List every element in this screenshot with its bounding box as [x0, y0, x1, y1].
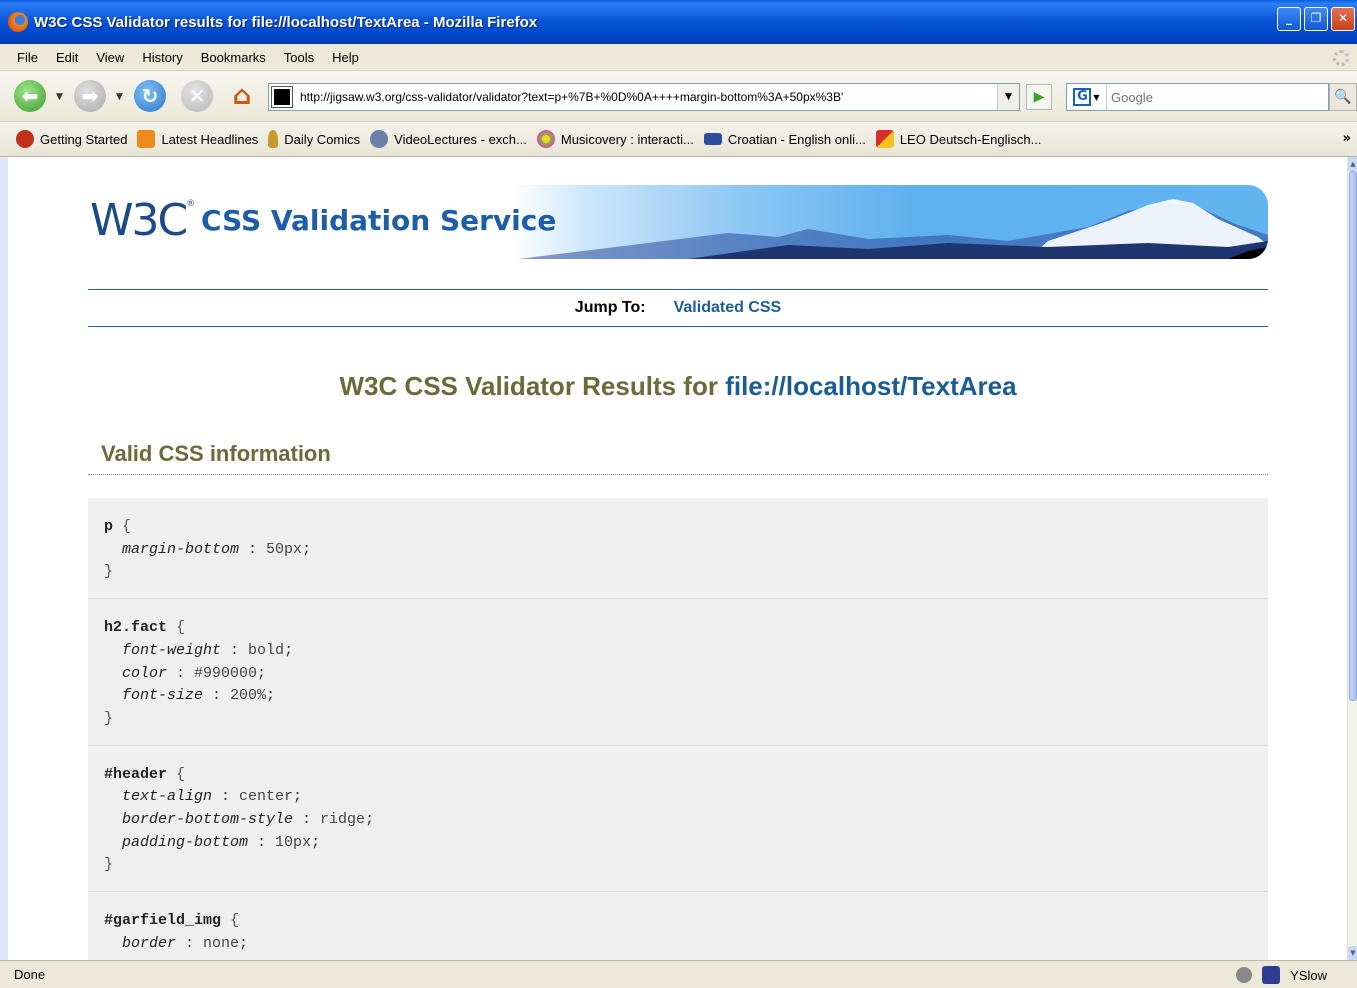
service-name: CSS Validation Service: [201, 204, 557, 237]
vertical-scrollbar[interactable]: ▲ ▼: [1347, 157, 1357, 960]
bookmarks-toolbar: Getting Started Latest Headlines Daily C…: [0, 122, 1357, 157]
css-declaration: border-bottom-style : ridge;: [122, 811, 375, 829]
css-selector: #header: [104, 765, 168, 783]
results-title: W3C CSS Validator Results for file://loc…: [339, 371, 1017, 401]
home-button[interactable]: ⌂: [226, 80, 258, 112]
scroll-down-arrow-icon[interactable]: ▼: [1348, 946, 1357, 960]
search-button[interactable]: 🔍: [1329, 83, 1357, 111]
uk-flag-icon: [703, 133, 722, 145]
page-content: W3C® CSS Validation Service Jump To: Val…: [8, 157, 1347, 960]
home-icon: ⌂: [232, 81, 252, 111]
css-declaration: text-align : center;: [122, 788, 303, 806]
css-declaration: color : #990000;: [122, 664, 267, 682]
minimize-button[interactable]: _: [1277, 7, 1301, 31]
reload-icon: ↻: [141, 84, 159, 108]
search-bar[interactable]: G ▼: [1066, 83, 1329, 111]
firefox-bookmark-icon: [16, 130, 34, 148]
musicovery-icon: [536, 130, 555, 148]
section-title: Valid CSS information: [101, 441, 331, 466]
css-rule: #garfield_img { border : none;: [88, 892, 1268, 960]
scrollbar-thumb[interactable]: [1349, 171, 1357, 701]
css-declaration: font-weight : bold;: [122, 641, 294, 659]
css-declaration: padding-bottom : 10px;: [122, 833, 321, 851]
bookmark-leo-deutsch[interactable]: LEO Deutsch-Englisch...: [875, 130, 1041, 148]
url-text[interactable]: http://jigsaw.w3.org/css-validator/valid…: [300, 90, 990, 104]
validated-css-box: p { margin-bottom : 50px; } h2.fact { fo…: [88, 498, 1268, 960]
bookmarks-overflow-chevron-icon[interactable]: »: [1343, 131, 1351, 146]
search-input[interactable]: [1111, 89, 1321, 105]
rss-feed-icon: [137, 130, 156, 148]
google-icon: G: [1073, 88, 1092, 106]
back-arrow-icon: ⬅: [21, 84, 39, 108]
reload-button[interactable]: ↻: [134, 80, 166, 112]
w3c-banner[interactable]: W3C® CSS Validation Service: [88, 185, 1268, 259]
forward-arrow-icon: ➡: [81, 84, 99, 108]
maximize-button[interactable]: ❐: [1304, 7, 1328, 31]
stop-icon: ✕: [188, 84, 206, 108]
menu-history[interactable]: History: [133, 50, 191, 65]
css-declaration: margin-bottom : 50px;: [122, 540, 312, 558]
css-declaration: font-size : 200%;: [122, 687, 276, 705]
search-engine-selector[interactable]: G ▼: [1067, 84, 1107, 110]
window-title: W3C CSS Validator results for file://loc…: [34, 13, 538, 31]
status-text: Done: [14, 967, 46, 982]
back-history-dropdown-icon[interactable]: ▼: [56, 92, 63, 102]
css-rule: #header { text-align : center; border-bo…: [88, 746, 1268, 893]
validated-css-link[interactable]: Validated CSS: [674, 299, 782, 317]
bookmark-musicovery[interactable]: Musicovery : interacti...: [536, 130, 694, 148]
menu-bookmarks[interactable]: Bookmarks: [192, 50, 275, 65]
css-declaration: border : none;: [122, 934, 249, 952]
jump-nav: Jump To: Validated CSS: [88, 289, 1268, 327]
bookmark-videolectures[interactable]: VideoLectures - exch...: [370, 130, 527, 148]
comics-icon: [268, 130, 279, 148]
section-divider: [88, 474, 1268, 475]
bookmark-latest-headlines[interactable]: Latest Headlines: [137, 130, 258, 148]
menu-edit[interactable]: Edit: [47, 50, 87, 65]
engine-dropdown-icon: ▼: [1093, 92, 1100, 102]
status-bar-addons: YSlow: [1236, 966, 1327, 984]
menu-view[interactable]: View: [87, 50, 133, 65]
bookmark-croatian-english[interactable]: Croatian - English onli...: [703, 132, 866, 147]
css-rule: p { margin-bottom : 50px; }: [88, 498, 1268, 600]
close-button[interactable]: ✕: [1331, 7, 1355, 31]
menu-tools[interactable]: Tools: [275, 50, 323, 65]
throbber-icon: [1333, 50, 1349, 66]
title-bar: W3C CSS Validator results for file://loc…: [0, 0, 1357, 44]
url-history-dropdown-icon[interactable]: ▼: [997, 84, 1019, 110]
bookmark-getting-started[interactable]: Getting Started: [16, 130, 127, 148]
stop-button[interactable]: ✕: [181, 80, 213, 112]
yslow-label[interactable]: YSlow: [1290, 968, 1327, 983]
videolectures-icon: [370, 130, 389, 148]
results-uri-link[interactable]: file://localhost/TextArea: [725, 371, 1016, 401]
addon-status-icon[interactable]: [1236, 967, 1253, 983]
bookmark-daily-comics[interactable]: Daily Comics: [268, 130, 360, 148]
css-selector: h2.fact: [104, 619, 168, 637]
scroll-up-arrow-icon[interactable]: ▲: [1348, 157, 1357, 171]
menu-help[interactable]: Help: [323, 50, 368, 65]
status-bar: Done YSlow: [0, 960, 1357, 988]
css-selector: p: [104, 518, 114, 535]
back-button[interactable]: ⬅: [14, 80, 46, 112]
w3c-logo: W3C®: [90, 195, 196, 246]
leo-icon: [875, 130, 894, 148]
go-button[interactable]: ▶: [1026, 84, 1052, 110]
forward-button[interactable]: ➡: [74, 80, 106, 112]
jump-label: Jump To:: [574, 299, 646, 316]
address-bar[interactable]: http://jigsaw.w3.org/css-validator/valid…: [268, 83, 1020, 111]
menu-bar: File Edit View History Bookmarks Tools H…: [0, 44, 1357, 71]
sidebar-edge: [0, 157, 8, 960]
yslow-icon[interactable]: [1262, 966, 1281, 984]
forward-history-dropdown-icon[interactable]: ▼: [116, 92, 123, 102]
css-selector: #garfield_img: [104, 912, 222, 930]
firefox-logo-icon: [8, 12, 28, 32]
window-controls: _ ❐ ✕: [1277, 7, 1355, 31]
menu-file[interactable]: File: [8, 50, 47, 65]
site-favicon-icon: [271, 86, 293, 108]
css-rule: h2.fact { font-weight : bold; color : #9…: [88, 599, 1268, 746]
